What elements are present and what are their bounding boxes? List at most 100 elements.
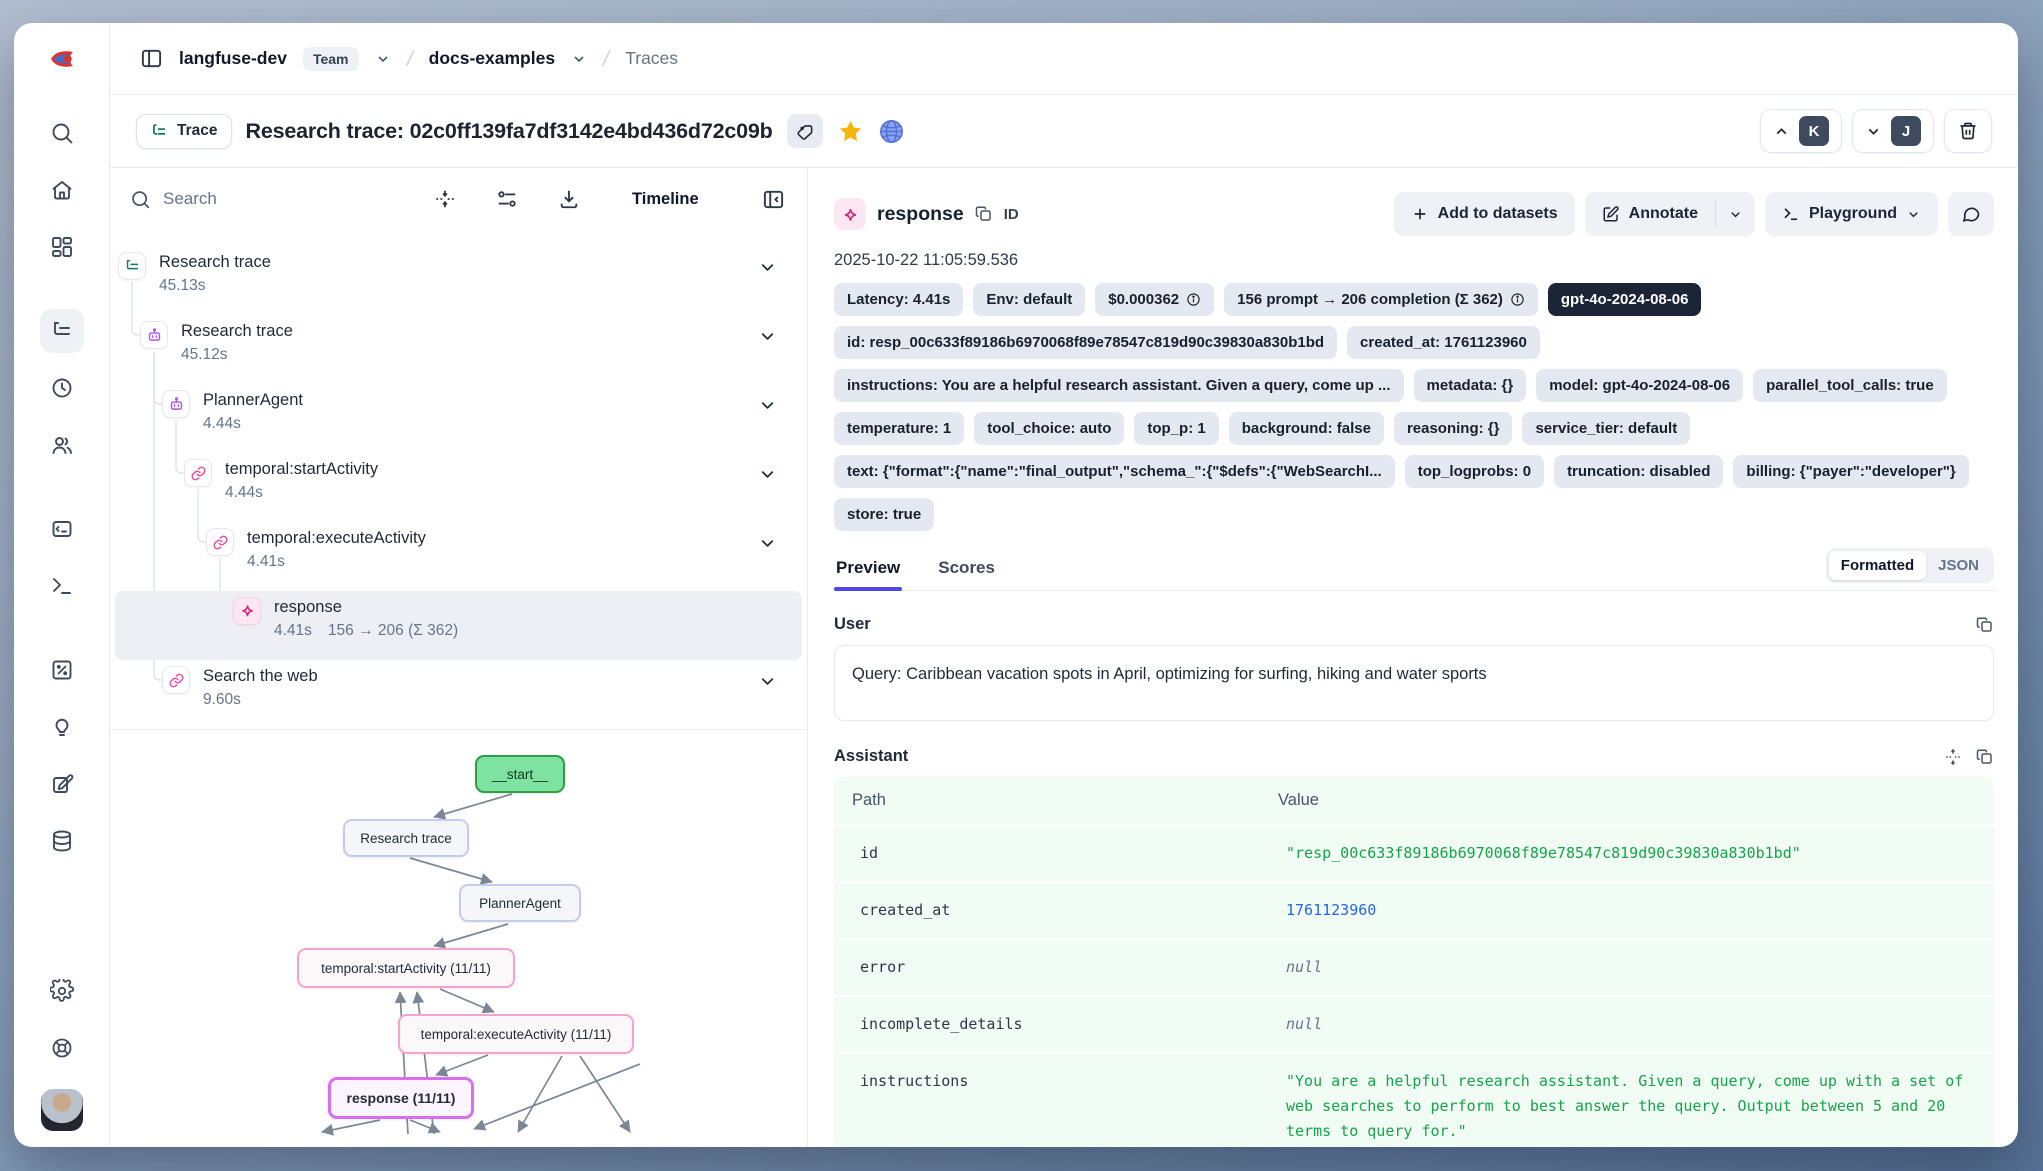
- chevron-down-icon[interactable]: [758, 396, 777, 420]
- download-icon[interactable]: [558, 188, 580, 210]
- copy-assistant-icon[interactable]: [1976, 748, 1994, 766]
- support-icon[interactable]: [40, 1026, 84, 1070]
- tag-icon[interactable]: [787, 114, 823, 148]
- observation-badge: Env: default: [973, 283, 1085, 316]
- database-icon[interactable]: [40, 819, 84, 863]
- observation-badge: $0.000362: [1095, 283, 1214, 316]
- graph-node-temporal-executeactivity-11-11-[interactable]: temporal:executeActivity (11/11): [398, 1014, 634, 1054]
- search-input[interactable]: [163, 189, 383, 209]
- sidebar-nav: [14, 95, 109, 969]
- expand-vertical-icon[interactable]: [1944, 748, 1962, 766]
- chevron-down-icon[interactable]: [758, 534, 777, 558]
- prev-trace-button[interactable]: K: [1760, 109, 1842, 153]
- tree-toolbar: Timeline: [110, 168, 807, 230]
- fold-vertical-icon[interactable]: [434, 188, 456, 210]
- format-formatted-option[interactable]: Formatted: [1829, 551, 1926, 580]
- observation-badge: top_p: 1: [1134, 412, 1218, 445]
- tree-item-label: temporal:startActivity: [225, 457, 378, 481]
- copy-id-icon[interactable]: [975, 205, 993, 223]
- tree-item-temporal-executeactivity[interactable]: temporal:executeActivity4.41s: [110, 522, 807, 591]
- add-to-datasets-button[interactable]: Add to datasets: [1394, 192, 1575, 236]
- io-preview[interactable]: User Query: Caribbean vacation spots in …: [834, 607, 1994, 1147]
- next-trace-button[interactable]: J: [1852, 109, 1934, 153]
- plus-icon: [1411, 205, 1429, 223]
- home-icon[interactable]: [40, 168, 84, 212]
- json-key: error: [860, 955, 1286, 980]
- chevron-down-icon[interactable]: [758, 465, 777, 489]
- tree-item-research-trace[interactable]: Research trace45.12s: [110, 315, 807, 384]
- observation-badge: id: resp_00c633f89186b6970068f89e78547c8…: [834, 326, 1337, 359]
- playground-button[interactable]: Playground: [1765, 192, 1938, 236]
- annotate-dropdown-button[interactable]: [1716, 192, 1755, 236]
- star-icon[interactable]: [837, 118, 864, 145]
- json-key: id: [860, 841, 1286, 866]
- comment-button[interactable]: [1948, 192, 1994, 236]
- evals-icon[interactable]: [40, 648, 84, 692]
- trash-icon: [1958, 121, 1978, 141]
- chevron-down-icon[interactable]: [758, 327, 777, 351]
- project-switcher-chevron-icon[interactable]: [571, 51, 587, 67]
- tree-item-search-the-web[interactable]: Search the web9.60s: [110, 660, 807, 729]
- lightbulb-icon[interactable]: [40, 705, 84, 749]
- json-key: created_at: [860, 898, 1286, 923]
- tree-item-planneragent[interactable]: PlannerAgent4.44s: [110, 384, 807, 453]
- delete-trace-button[interactable]: [1944, 109, 1992, 153]
- globe-icon[interactable]: [878, 118, 905, 145]
- copy-user-icon[interactable]: [1976, 616, 1994, 634]
- observation-badge: Latency: 4.41s: [834, 283, 963, 316]
- trace-nav-actions: K J: [1760, 109, 1992, 153]
- tab-preview[interactable]: Preview: [834, 558, 902, 590]
- search-icon[interactable]: [40, 111, 84, 155]
- tree-item-label: Research trace: [181, 319, 293, 343]
- panel-left-close-icon[interactable]: [762, 188, 785, 211]
- trace-tree-panel: Timeline Research trace45.13sResearch tr…: [110, 168, 808, 1147]
- tree-item-label: temporal:executeActivity: [247, 526, 426, 550]
- org-switcher-chevron-icon[interactable]: [375, 51, 391, 67]
- graph-node-temporal-startactivity-11-11-[interactable]: temporal:startActivity (11/11): [297, 948, 515, 988]
- chevron-down-icon[interactable]: [758, 672, 777, 696]
- terminal-icon[interactable]: [40, 564, 84, 608]
- tree-item-duration: 4.44s: [203, 412, 303, 435]
- graph-node--start-[interactable]: __start__: [475, 755, 565, 793]
- langfuse-logo[interactable]: [14, 23, 109, 95]
- user-avatar[interactable]: [41, 1089, 83, 1131]
- breadcrumb-project[interactable]: docs-examples: [429, 48, 555, 69]
- chevron-up-icon: [1773, 123, 1790, 140]
- graph-node-planneragent[interactable]: PlannerAgent: [459, 884, 581, 922]
- org-type-badge: Team: [303, 47, 359, 71]
- graph-node-research-trace[interactable]: Research trace: [343, 819, 469, 857]
- trace-tree: Research trace45.13sResearch trace45.12s…: [110, 230, 807, 729]
- tree-item-temporal-startactivity[interactable]: temporal:startActivity4.44s: [110, 453, 807, 522]
- tab-scores[interactable]: Scores: [936, 558, 997, 590]
- timeline-toggle[interactable]: Timeline: [632, 190, 699, 209]
- users-icon[interactable]: [40, 423, 84, 467]
- observation-badge: 156 prompt → 206 completion (Σ 362): [1224, 283, 1538, 316]
- sliders-icon[interactable]: [496, 188, 518, 210]
- dashboard-icon[interactable]: [40, 225, 84, 269]
- tree-item-response[interactable]: response4.41s156 → 206 (Σ 362): [115, 591, 802, 660]
- breadcrumb-page[interactable]: Traces: [625, 48, 678, 69]
- tree-item-tokens: 156 → 206 (Σ 362): [328, 619, 458, 642]
- gear-icon[interactable]: [40, 969, 84, 1013]
- tree-item-research-trace[interactable]: Research trace45.13s: [110, 246, 807, 315]
- id-label[interactable]: ID: [1004, 206, 1019, 223]
- chevron-down-icon[interactable]: [758, 258, 777, 282]
- observation-timestamp: 2025-10-22 11:05:59.536: [834, 251, 1994, 270]
- format-toggle: Formatted JSON: [1826, 548, 1994, 583]
- assistant-section: Assistant: [834, 747, 1994, 1147]
- desktop-background: langfuse-dev Team / docs-examples / Trac…: [0, 0, 2043, 1171]
- observation-header: response ID Add to datasets: [834, 192, 1994, 236]
- clock-icon[interactable]: [40, 366, 84, 410]
- annotation-icon[interactable]: [40, 762, 84, 806]
- annotate-button[interactable]: Annotate: [1585, 192, 1715, 236]
- traces-icon[interactable]: [40, 309, 84, 353]
- prompts-icon[interactable]: [40, 507, 84, 551]
- observation-badge: service_tier: default: [1522, 412, 1690, 445]
- graph-node-response-11-11-[interactable]: response (11/11): [328, 1077, 474, 1119]
- breadcrumb-org[interactable]: langfuse-dev: [179, 48, 287, 69]
- panel-toggle-icon[interactable]: [140, 47, 163, 70]
- format-json-option[interactable]: JSON: [1926, 551, 1991, 580]
- search-icon: [130, 189, 151, 210]
- json-value: 1761123960: [1286, 898, 1976, 923]
- tree-item-duration: 4.41s156 → 206 (Σ 362): [274, 619, 458, 642]
